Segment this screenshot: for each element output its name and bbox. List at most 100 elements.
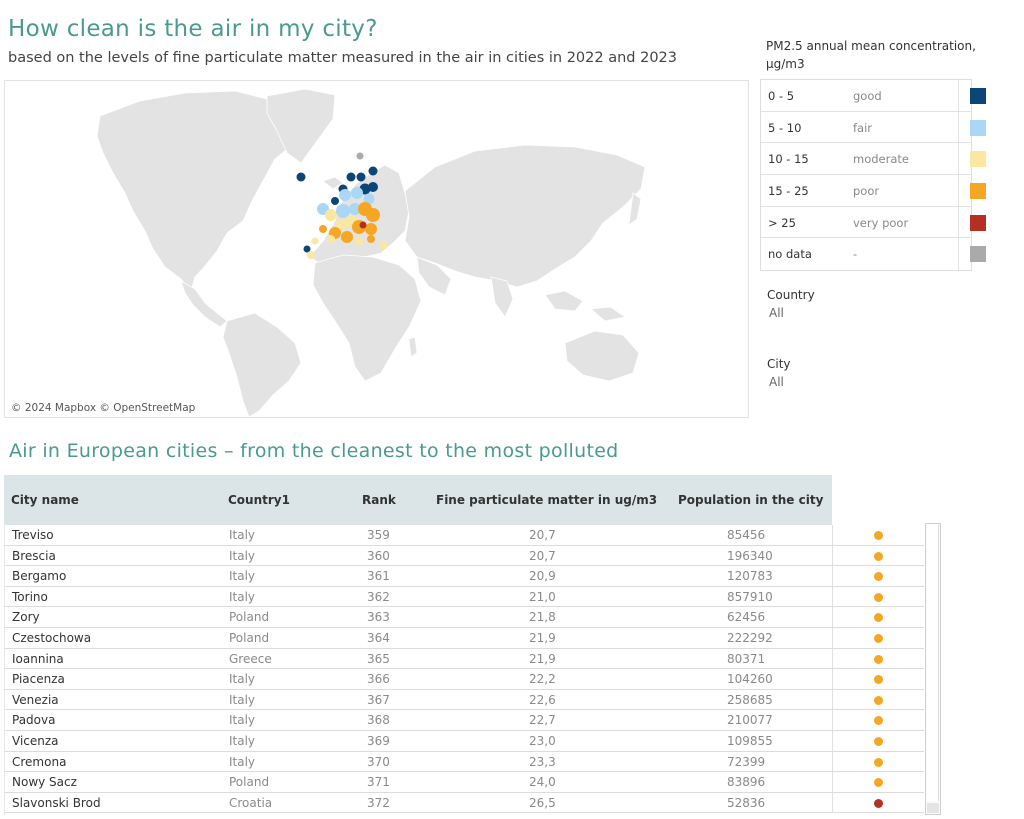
table-row[interactable]: Torino Italy 362 21,0 857910	[5, 586, 924, 608]
city-marker[interactable]	[356, 172, 366, 182]
legend-item[interactable]: > 25 very poor	[761, 206, 986, 239]
map-canvas[interactable]	[5, 81, 749, 418]
cell-country: Italy	[229, 569, 256, 584]
cell-population: 196340	[727, 548, 773, 563]
legend-swatch	[970, 119, 986, 136]
air-quality-dot	[874, 654, 883, 664]
legend-item[interactable]: 10 - 15 moderate	[761, 143, 986, 176]
scroll-thumb[interactable]	[927, 525, 939, 801]
cell-city: Slavonski Brod	[12, 795, 101, 810]
cell-population: 104260	[727, 672, 773, 687]
city-marker[interactable]	[351, 187, 363, 199]
header-rank[interactable]: Rank	[362, 493, 396, 507]
table-row[interactable]: Brescia Italy 360 20,7 196340	[5, 545, 924, 567]
table-row[interactable]: Czestochowa Poland 364 21,9 222292	[5, 627, 924, 649]
city-marker[interactable]	[311, 237, 319, 245]
air-quality-dot	[874, 798, 883, 808]
city-marker[interactable]	[368, 166, 378, 176]
city-marker[interactable]	[327, 235, 335, 243]
header-country[interactable]: Country1	[228, 493, 290, 507]
scroll-down-arrow[interactable]	[927, 803, 939, 813]
dashboard-title: How clean is the air in my city?	[8, 16, 378, 42]
table-row[interactable]: Cremona Italy 370 23,3 72399	[5, 751, 924, 773]
cell-pm: 23,0	[529, 733, 556, 748]
cell-population: 72399	[727, 754, 766, 769]
country-filter-label: Country	[767, 288, 815, 302]
city-marker[interactable]	[366, 208, 380, 222]
air-quality-dot	[874, 757, 883, 767]
city-marker[interactable]	[341, 231, 353, 243]
air-quality-dot	[874, 633, 883, 643]
header-pm[interactable]: Fine particulate matter in ug/m3	[436, 493, 657, 507]
table-row[interactable]: Slavonski Brod Croatia 372 26,5 52836	[5, 792, 924, 814]
city-marker[interactable]	[339, 189, 351, 201]
legend-item[interactable]: 5 - 10 fair	[761, 111, 986, 144]
city-marker[interactable]	[356, 152, 364, 160]
air-quality-dot	[874, 531, 883, 540]
country-filter-value[interactable]: All	[769, 306, 815, 320]
table-scrollbar[interactable]	[925, 523, 941, 815]
table-row[interactable]: Zory Poland 363 21,8 62456	[5, 607, 924, 628]
table-row[interactable]: Ioannina Greece 365 21,9 80371	[5, 648, 924, 670]
city-marker[interactable]	[319, 225, 327, 233]
city-marker[interactable]	[331, 197, 339, 205]
city-marker[interactable]	[325, 209, 337, 221]
cell-population: 85456	[727, 528, 766, 542]
legend-label: -	[853, 247, 858, 262]
city-table[interactable]: Treviso Italy 359 20,7 85456 Brescia Italy 360 2…	[4, 525, 924, 815]
cell-pm: 22,2	[529, 672, 556, 687]
city-filter-label: City	[767, 357, 791, 371]
city-marker[interactable]	[359, 221, 367, 229]
city-marker[interactable]	[346, 172, 356, 182]
cell-pm: 21,0	[529, 589, 556, 604]
legend-item[interactable]: 0 - 5 good	[761, 80, 986, 112]
cell-city: Torino	[12, 589, 48, 604]
table-row[interactable]: Venezia Italy 367 22,6 258685	[5, 689, 924, 711]
cell-rank: 360	[367, 548, 390, 563]
country-filter[interactable]: Country All	[767, 288, 815, 320]
legend-range: no data	[768, 247, 812, 262]
city-marker[interactable]	[379, 241, 387, 249]
city-filter[interactable]: City All	[767, 357, 791, 389]
table-row[interactable]: Nowy Sacz Poland 371 24,0 83896	[5, 772, 924, 793]
cell-population: 222292	[727, 630, 773, 645]
cell-country: Italy	[229, 589, 256, 604]
legend-label: moderate	[853, 152, 909, 167]
cell-city: Piacenza	[12, 672, 65, 687]
header-city[interactable]: City name	[11, 493, 79, 507]
legend-range: 5 - 10	[768, 120, 802, 135]
legend-label: very poor	[853, 215, 909, 230]
cell-pm: 24,0	[529, 775, 556, 790]
cell-city: Brescia	[12, 548, 56, 563]
city-marker[interactable]	[354, 236, 364, 246]
air-quality-dot	[874, 613, 883, 623]
legend-item[interactable]: no data -	[761, 238, 986, 271]
city-marker[interactable]	[307, 251, 315, 259]
cell-country: Italy	[229, 672, 256, 687]
cell-rank: 366	[367, 672, 390, 687]
cell-rank: 369	[367, 733, 390, 748]
legend-range: 10 - 15	[768, 152, 809, 167]
city-filter-value[interactable]: All	[769, 375, 791, 389]
cell-country: Italy	[229, 733, 256, 748]
table-row[interactable]: Treviso Italy 359 20,7 85456	[5, 525, 924, 546]
table-row[interactable]: Bergamo Italy 361 20,9 120783	[5, 566, 924, 587]
air-quality-dot	[874, 716, 883, 726]
legend-label: poor	[853, 184, 880, 199]
world-map[interactable]: © 2024 Mapbox © OpenStreetMap	[4, 80, 749, 418]
table-row[interactable]: Vicenza Italy 369 23,0 109855	[5, 730, 924, 752]
legend-item[interactable]: 15 - 25 poor	[761, 175, 986, 207]
city-marker[interactable]	[368, 182, 378, 192]
header-population[interactable]: Population in the city	[678, 493, 823, 507]
cell-pm: 22,7	[529, 713, 556, 728]
city-marker[interactable]	[367, 235, 375, 243]
cell-city: Zory	[12, 610, 40, 625]
table-row[interactable]: Piacenza Italy 366 22,2 104260	[5, 669, 924, 690]
cell-rank: 370	[367, 754, 390, 769]
air-quality-dot	[874, 695, 883, 705]
city-marker[interactable]	[365, 223, 377, 235]
cell-country: Italy	[229, 528, 256, 542]
table-row[interactable]: Padova Italy 368 22,7 210077	[5, 710, 924, 731]
air-quality-dot	[874, 778, 883, 788]
city-marker[interactable]	[296, 172, 306, 182]
